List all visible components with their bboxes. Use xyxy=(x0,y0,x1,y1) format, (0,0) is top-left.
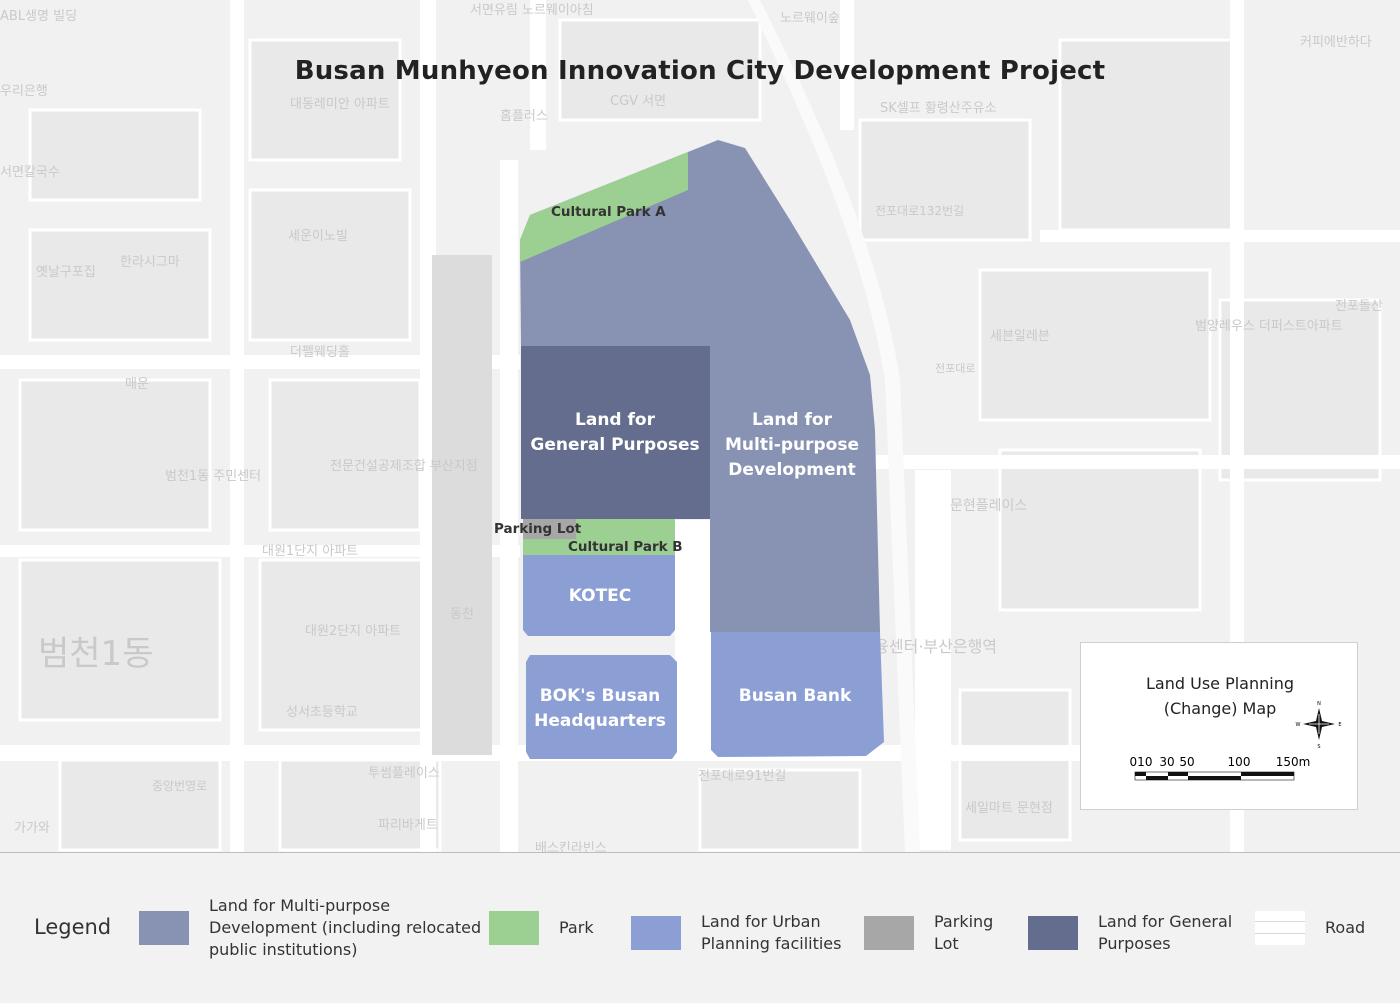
general-purposes-zone[interactable] xyxy=(521,346,710,519)
basemap-label: 성서초등학교 xyxy=(286,705,358,720)
legend-item-parking: Parking Lot xyxy=(864,911,993,955)
scale-label: 100 xyxy=(1228,755,1251,769)
basemap-label: 전포대로 xyxy=(935,362,975,375)
basemap-label: 세일마트 문현점 xyxy=(965,801,1053,816)
basemap-label: 대원1단지 아파트 xyxy=(262,544,358,559)
compass-s-label: S xyxy=(1317,744,1320,750)
basemap-label: 커피에반하다 xyxy=(1300,35,1372,50)
legend-item-multi-purpose: Land for Multi-purpose Development (incl… xyxy=(139,895,481,961)
basemap-label: 세운이노빌 xyxy=(288,229,348,244)
basemap-label: 한라시그마 xyxy=(120,255,180,270)
basemap-label: 더펠웨딩홀 xyxy=(290,345,350,360)
basemap-label: 범천1동 주민센터 xyxy=(165,469,261,484)
basemap-label: 홈플러스 xyxy=(500,109,548,124)
basemap-label: 전포대로91번길 xyxy=(698,769,786,784)
basemap-label: ABL생명 빌딩 xyxy=(0,9,77,24)
basemap-label: 대원2단지 아파트 xyxy=(305,624,401,639)
cultural-park-a-label: Cultural Park A xyxy=(551,204,666,220)
basemap-label: CGV 서면 xyxy=(610,94,666,109)
busan-bank-label: Busan Bank xyxy=(739,686,852,706)
legend-swatch xyxy=(631,916,681,950)
kotec-label: KOTEC xyxy=(569,586,632,606)
page-title: Busan Munhyeon Innovation City Developme… xyxy=(294,56,1106,86)
legend-label: Land for General Purposes xyxy=(1098,912,1233,953)
basemap-label: 범천1동 xyxy=(38,634,153,674)
compass-e-label: E xyxy=(1338,722,1341,728)
scale-label: 50 xyxy=(1179,755,1194,769)
map-page: ABL생명 빌딩 서면유림 노르웨이아침 노르웨이숲 커피에반하다 우리은행 대동레미안 … xyxy=(0,0,1400,1003)
compass-w-label: W xyxy=(1296,722,1301,728)
basemap-label: 가가와 xyxy=(14,821,50,836)
basemap-label: 파리바게트 xyxy=(378,818,438,833)
scale-bar: 010 30 50 100 150m xyxy=(1130,755,1311,781)
basemap-label: 범양레우스 더퍼스트아파트 xyxy=(1195,319,1343,334)
basemap-label: 매운 xyxy=(125,377,149,392)
parking-lot-label: Parking Lot xyxy=(494,521,582,537)
legend-label: Road xyxy=(1325,918,1366,937)
basemap-label: 문현플레이스 xyxy=(950,498,1027,514)
basemap-label: 동천 xyxy=(450,607,474,622)
basemap-label: 대동레미안 아파트 xyxy=(290,97,390,112)
info-box-graphics: N S E W 010 30 50 100 150m xyxy=(1130,701,1342,781)
scale-label: 150m xyxy=(1276,755,1311,769)
compass-rose-icon: N S E W xyxy=(1296,701,1342,750)
legend-label: Land for Urban Planning facilities xyxy=(701,912,842,953)
legend-label: Parking Lot xyxy=(934,912,994,953)
scale-label: 30 xyxy=(1159,755,1174,769)
legend-item-road: Road xyxy=(1255,911,1365,945)
basemap-label: 전문건설공제조합 부산지점 xyxy=(330,459,478,474)
legend-swatch xyxy=(1255,911,1305,945)
legend-item-park: Park xyxy=(489,911,594,945)
legend-item-urban-facilities: Land for Urban Planning facilities xyxy=(631,911,841,955)
basemap-label: SK셀프 황령산주유소 xyxy=(880,101,997,116)
map-info-box: Land Use Planning (Change) Map N S E W 0… xyxy=(1080,642,1358,810)
legend-item-general-purposes: Land for General Purposes xyxy=(1028,911,1232,955)
basemap-label: 중앙번영로 xyxy=(152,779,207,793)
stream-channel xyxy=(432,255,492,755)
basemap-label: 노르웨이숲 xyxy=(780,11,840,26)
legend-swatch xyxy=(864,916,914,950)
compass-n-label: N xyxy=(1317,701,1321,707)
basemap-label: 서면유림 노르웨이아침 xyxy=(470,3,594,18)
legend-title: Legend xyxy=(34,915,112,939)
basemap-label: 전포돌산 xyxy=(1335,299,1383,314)
legend-swatch xyxy=(139,911,189,945)
basemap-label: 서면칼국수 xyxy=(0,165,60,180)
basemap-label: 전포대로132번길 xyxy=(875,204,964,218)
bok-busan-headquarters-zone[interactable] xyxy=(526,655,677,759)
basemap-label: 투썸플레이스 xyxy=(368,766,440,781)
cultural-park-b-label: Cultural Park B xyxy=(568,539,683,555)
legend-label: Land for Multi-purpose Development (incl… xyxy=(209,896,482,959)
basemap-label: 세븐일레븐 xyxy=(990,329,1050,344)
legend-label: Park xyxy=(559,918,594,937)
scale-label: 010 xyxy=(1130,755,1153,769)
legend-bar: Legend Land for Multi-purpose Developmen… xyxy=(0,852,1400,1003)
basemap-label: 옛날구포집 xyxy=(36,265,96,280)
legend-swatch xyxy=(489,911,539,945)
legend-swatch xyxy=(1028,916,1078,950)
